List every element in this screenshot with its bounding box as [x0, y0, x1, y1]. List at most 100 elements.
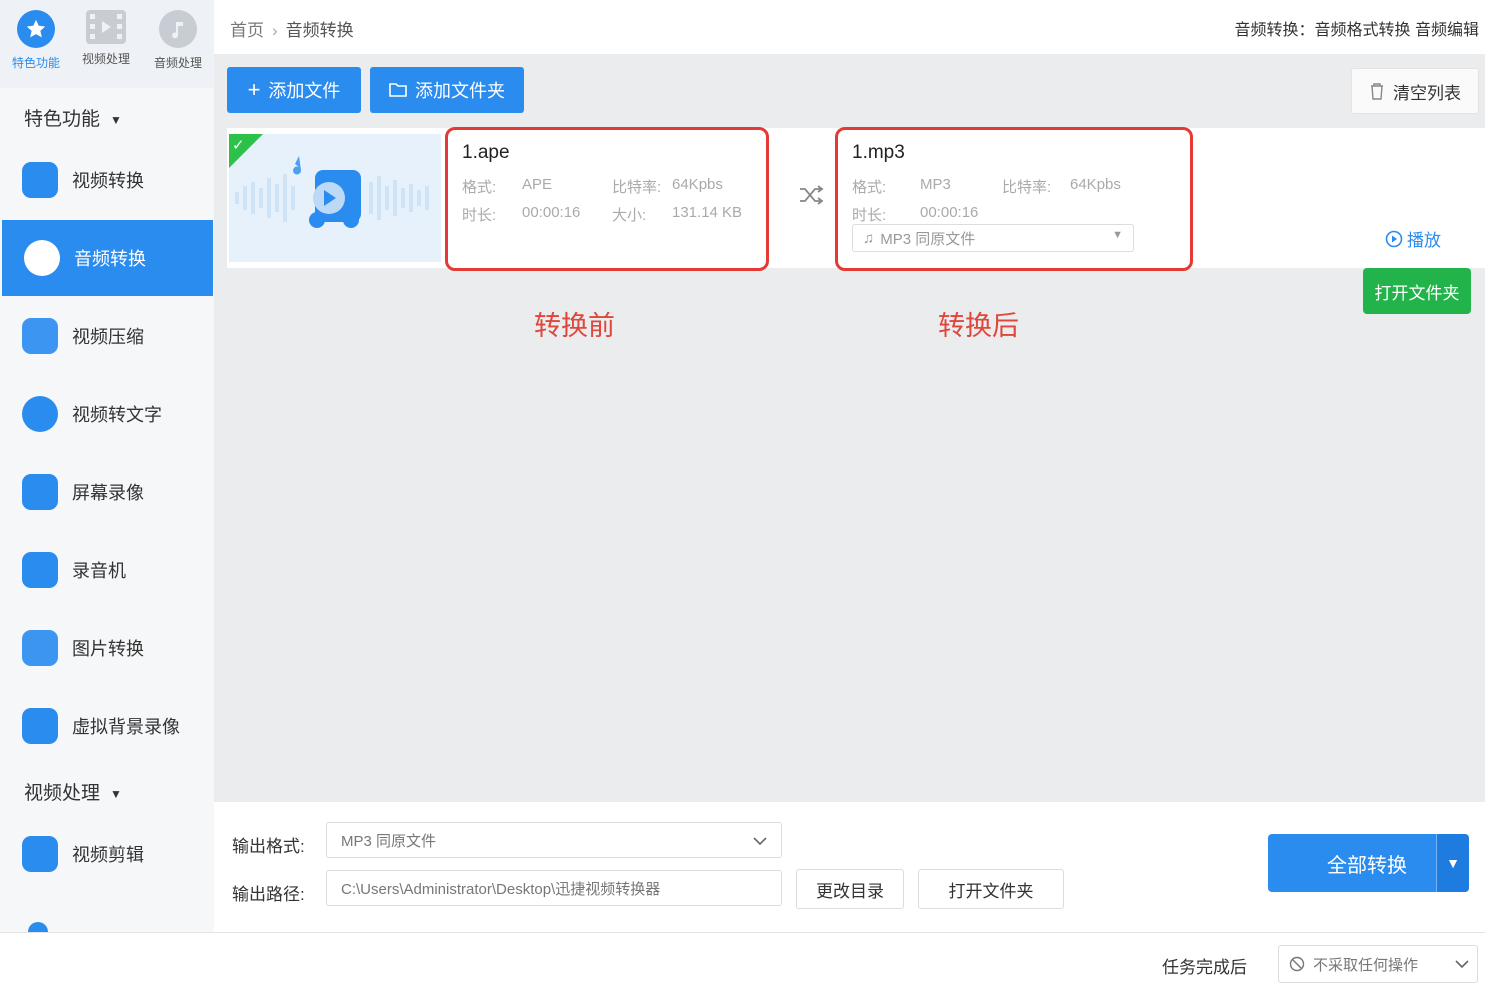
audio-convert-icon	[24, 240, 60, 276]
target-bitrate-label: 比特率:	[1002, 179, 1052, 196]
sidebar-item-video-edit[interactable]: 视频剪辑	[0, 816, 214, 892]
source-format-value: APE	[522, 176, 553, 193]
sidebar-item-image-convert[interactable]: 图片转换	[0, 610, 214, 686]
sidebar-item-label: 录音机	[72, 561, 126, 581]
target-bitrate-value: 64Kpbs	[1070, 176, 1121, 193]
category-tabs: 特色功能 视频处理 音频处理	[0, 0, 214, 88]
add-folder-button[interactable]: 添加文件夹	[370, 67, 524, 113]
tab-video-processing[interactable]: 视频处理	[70, 10, 142, 67]
open-folder-button[interactable]: 打开文件夹	[1363, 268, 1471, 314]
shuffle-icon	[800, 185, 824, 205]
source-size-value: 131.14 KB	[672, 204, 743, 221]
file-list-area: + 添加文件 添加文件夹 清空列表 ✓ 1.ape 格式: APE 比特率: 6…	[214, 54, 1485, 802]
output-path-field[interactable]: C:\Users\Administrator\Desktop\迅捷视频转换器	[326, 870, 782, 906]
sidebar-item-video-convert[interactable]: 视频转换	[0, 142, 214, 218]
tab-audio-processing[interactable]: 音频处理	[142, 10, 214, 71]
source-bitrate-value: 64Kpbs	[672, 176, 723, 193]
after-task-label: 任务完成后	[1162, 958, 1247, 977]
file-row: ✓ 1.ape 格式: APE 比特率: 64Kpbs 时长: 00:00:16…	[227, 127, 1485, 314]
sidebar-item-label: 视频转换	[72, 171, 144, 191]
tab-featured[interactable]: 特色功能	[0, 10, 72, 71]
source-duration-value: 00:00:16	[522, 204, 581, 221]
audio-icon	[159, 10, 197, 48]
clear-list-label: 清空列表	[1393, 83, 1461, 103]
sidebar-item-recorder[interactable]: 录音机	[0, 532, 214, 608]
video-compress-icon	[22, 318, 58, 354]
sidebar-item-label: 屏幕录像	[72, 483, 144, 503]
add-file-button[interactable]: + 添加文件	[227, 67, 361, 113]
sidebar-item-label: 音频转换	[74, 249, 146, 269]
sidebar-item-video-compress[interactable]: 视频压缩	[0, 298, 214, 374]
source-file-box: 1.ape 格式: APE 比特率: 64Kpbs 时长: 00:00:16 大…	[445, 127, 769, 271]
plus-icon: +	[247, 77, 261, 102]
star-icon	[17, 10, 55, 48]
target-format-select[interactable]: ♫ MP3 同原文件 ▼	[852, 224, 1134, 252]
chevron-down-icon	[1455, 960, 1469, 969]
target-format-label: 格式:	[852, 179, 887, 196]
section-video-processing[interactable]: 视频处理 ▼	[24, 778, 122, 805]
target-duration-label: 时长:	[852, 207, 887, 224]
section-video-processing-label: 视频处理	[24, 783, 101, 804]
chevron-down-icon	[753, 837, 767, 846]
output-path-value: C:\Users\Administrator\Desktop\迅捷视频转换器	[341, 880, 661, 898]
clear-list-button[interactable]: 清空列表	[1351, 68, 1479, 114]
target-duration-value: 00:00:16	[920, 204, 979, 221]
after-task-value: 不采取任何操作	[1313, 956, 1419, 974]
source-size-label: 大小:	[612, 207, 647, 224]
target-file-name: 1.mp3	[852, 142, 905, 163]
sidebar-item-label: 视频压缩	[72, 327, 144, 347]
ban-icon	[1289, 956, 1305, 972]
after-task-select[interactable]: 不采取任何操作	[1278, 945, 1478, 983]
tab-audio-processing-label: 音频处理	[153, 56, 202, 70]
sidebar-item-screen-record[interactable]: 屏幕录像	[0, 454, 214, 530]
screen-record-icon	[22, 474, 58, 510]
target-format-select-value: MP3 同原文件	[880, 230, 976, 248]
chevron-right-icon: ›	[272, 21, 278, 40]
sidebar-item-partial[interactable]	[0, 894, 214, 932]
source-file-name: 1.ape	[462, 142, 510, 163]
change-dir-button[interactable]: 更改目录	[796, 869, 904, 909]
add-folder-label: 添加文件夹	[415, 81, 505, 101]
open-output-folder-button[interactable]: 打开文件夹	[918, 869, 1064, 909]
image-convert-icon	[22, 630, 58, 666]
top-bar: 首页 › 音频转换 音频转换：音频格式转换 音频编辑	[214, 0, 1485, 54]
output-format-select[interactable]: MP3 同原文件	[326, 822, 782, 858]
check-icon: ✓	[232, 137, 245, 154]
section-featured[interactable]: 特色功能 ▼	[24, 104, 122, 131]
sidebar-item-virtual-bg[interactable]: 虚拟背景录像	[0, 688, 214, 764]
partial-item-icon	[28, 922, 48, 932]
recorder-icon	[22, 552, 58, 588]
target-file-box: 1.mp3 格式: MP3 比特率: 64Kpbs 时长: 00:00:16 ♫…	[835, 127, 1193, 271]
sidebar-item-video-to-text[interactable]: 视频转文字	[0, 376, 214, 452]
footer: 任务完成后 不采取任何操作	[0, 932, 1485, 987]
breadcrumb-home[interactable]: 首页	[230, 21, 264, 40]
sidebar-item-label: 视频剪辑	[72, 845, 144, 865]
audio-thumbnail: ✓	[229, 134, 441, 262]
breadcrumb-current: 音频转换	[285, 21, 354, 40]
caret-down-icon: ▼	[1446, 855, 1460, 871]
sidebar-item-label: 图片转换	[72, 639, 144, 659]
source-bitrate-label: 比特率:	[612, 179, 662, 196]
page-description: 音频转换：音频格式转换 音频编辑	[1234, 22, 1479, 39]
tab-featured-label: 特色功能	[11, 56, 60, 70]
caret-down-icon: ▼	[110, 112, 122, 127]
convert-options-dropdown[interactable]: ▼	[1436, 834, 1469, 892]
caret-down-icon: ▼	[110, 786, 122, 801]
output-format-value: MP3 同原文件	[341, 832, 437, 850]
caret-down-icon: ▼	[1112, 229, 1123, 241]
play-button[interactable]: 播放	[1385, 226, 1441, 251]
output-path-label: 输出路径:	[232, 885, 305, 904]
sidebar: 特色功能 视频处理 音频处理 特色功能 ▼ 视频转换 音频转换 视频压缩 视频转文…	[0, 0, 214, 932]
video-to-text-icon	[22, 396, 58, 432]
video-convert-icon	[22, 162, 58, 198]
play-label: 播放	[1407, 231, 1441, 250]
add-file-label: 添加文件	[268, 81, 341, 101]
video-edit-icon	[22, 836, 58, 872]
sidebar-item-audio-convert[interactable]: 音频转换	[2, 220, 213, 296]
breadcrumb: 首页 › 音频转换	[230, 16, 354, 41]
section-featured-label: 特色功能	[24, 109, 101, 130]
annotation-after: 转换后	[938, 311, 1019, 341]
film-icon	[86, 10, 126, 44]
trash-icon	[1371, 83, 1383, 100]
music-note-icon: ♫	[863, 229, 875, 247]
